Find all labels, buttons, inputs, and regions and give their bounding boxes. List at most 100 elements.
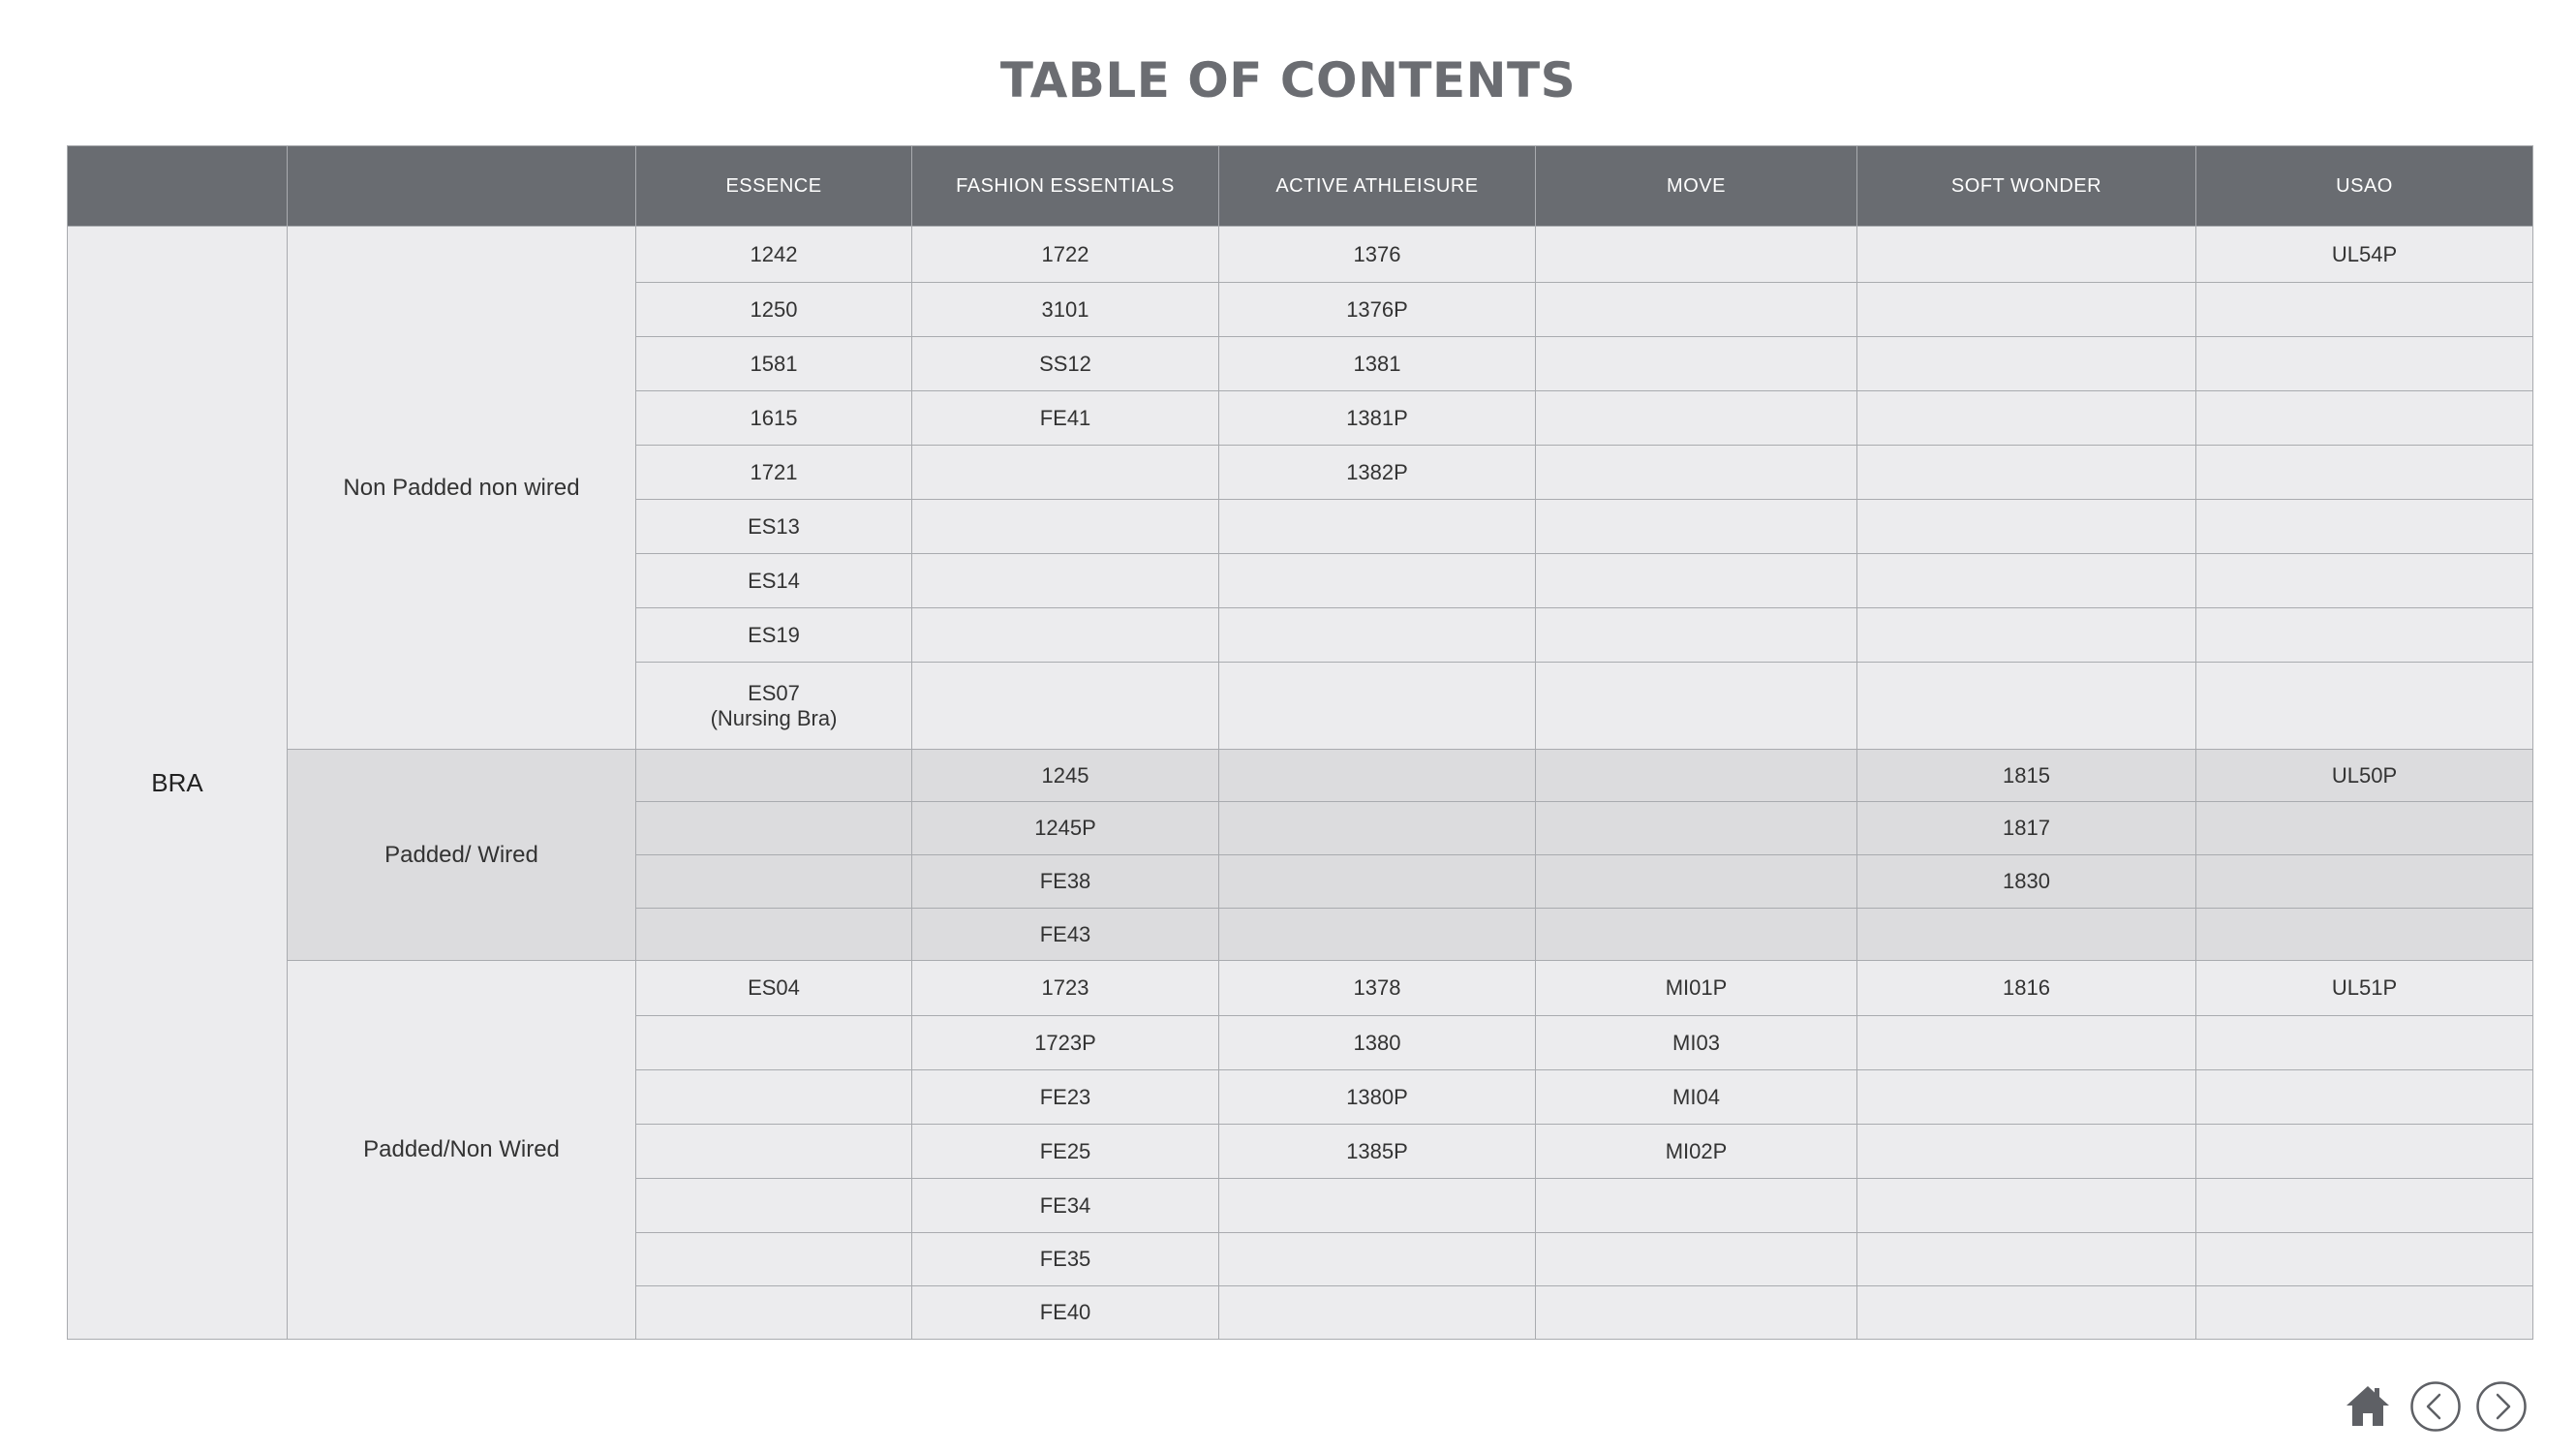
home-icon	[2346, 1386, 2389, 1426]
cell-move	[1535, 854, 1857, 909]
cell-fashion-essentials: 1723P	[911, 1015, 1219, 1070]
cell-usao	[2195, 1069, 2533, 1125]
header-cell-usao: USAO	[2195, 145, 2533, 227]
cell-usao	[2195, 801, 2533, 855]
cell-move	[1535, 1178, 1857, 1233]
home-button[interactable]	[2344, 1381, 2392, 1430]
cell-move	[1535, 282, 1857, 337]
cell-active-athleisure	[1218, 499, 1536, 554]
table-row: Padded/Non Wired ES04 1723 1378 MI01P 1816 UL5…	[68, 960, 2533, 1340]
cell-move	[1535, 1285, 1857, 1340]
cell-soft-wonder	[1856, 336, 2196, 391]
cell-soft-wonder	[1856, 607, 2196, 663]
cell-essence: ES04	[635, 960, 912, 1016]
cell-usao	[2195, 282, 2533, 337]
cell-essence: ES19	[635, 607, 912, 663]
cell-usao	[2195, 336, 2533, 391]
cell-usao	[2195, 854, 2533, 909]
cell-move: MI03	[1535, 1015, 1857, 1070]
header-cell-move: MOVE	[1535, 145, 1857, 227]
cell-fashion-essentials: FE41	[911, 390, 1219, 446]
cell-essence	[635, 1069, 912, 1125]
cell-fashion-essentials	[911, 553, 1219, 608]
cell-active-athleisure: 1382P	[1218, 445, 1536, 500]
cell-fashion-essentials: FE25	[911, 1124, 1219, 1179]
header-cell-active-athleisure: ACTIVE ATHLEISURE	[1218, 145, 1536, 227]
cell-soft-wonder	[1856, 1015, 2196, 1070]
cell-fashion-essentials: FE34	[911, 1178, 1219, 1233]
cell-soft-wonder	[1856, 1124, 2196, 1179]
table-row: Padded/ Wired 1245 1815 UL50P	[68, 749, 2533, 961]
cell-soft-wonder	[1856, 908, 2196, 961]
header-cell-fashion-essentials: FASHION ESSENTIALS	[911, 145, 1219, 227]
cell-usao	[2195, 1178, 2533, 1233]
cell-move	[1535, 749, 1857, 802]
subcategory-cell: Padded/ Wired	[287, 749, 636, 961]
cell-soft-wonder	[1856, 1178, 2196, 1233]
cell-soft-wonder	[1856, 1285, 2196, 1340]
contents-table: ESSENCE FASHION ESSENTIALS ACTIVE ATHLEI…	[67, 145, 2533, 1340]
table-body: BRA Non Padded non wired 1242 1722 1376 UL54P…	[67, 226, 2533, 1340]
cell-essence	[635, 854, 912, 909]
cell-essence	[635, 749, 912, 802]
cell-soft-wonder	[1856, 662, 2196, 750]
cell-active-athleisure	[1218, 749, 1536, 802]
cell-soft-wonder	[1856, 1232, 2196, 1286]
cell-fashion-essentials	[911, 607, 1219, 663]
cell-soft-wonder: 1815	[1856, 749, 2196, 802]
header-cell-essence: ESSENCE	[635, 145, 912, 227]
cell-active-athleisure	[1218, 1232, 1536, 1286]
cell-essence	[635, 1232, 912, 1286]
cell-fashion-essentials: 1723	[911, 960, 1219, 1016]
cell-move	[1535, 226, 1857, 283]
cell-move	[1535, 908, 1857, 961]
cell-usao	[2195, 1015, 2533, 1070]
cell-active-athleisure	[1218, 1285, 1536, 1340]
previous-page-button[interactable]	[2409, 1380, 2462, 1433]
cell-soft-wonder	[1856, 499, 2196, 554]
cell-active-athleisure	[1218, 607, 1536, 663]
cell-essence: 1242	[635, 226, 912, 283]
header-row: ESSENCE FASHION ESSENTIALS ACTIVE ATHLEI…	[67, 145, 2533, 227]
cell-active-athleisure: 1380	[1218, 1015, 1536, 1070]
cell-active-athleisure: 1385P	[1218, 1124, 1536, 1179]
cell-move: MI02P	[1535, 1124, 1857, 1179]
cell-essence: 1581	[635, 336, 912, 391]
cell-move: MI04	[1535, 1069, 1857, 1125]
chevron-right-circle-icon	[2476, 1381, 2527, 1432]
cell-essence	[635, 1015, 912, 1070]
cell-fashion-essentials: 1245P	[911, 801, 1219, 855]
cell-essence: 1615	[635, 390, 912, 446]
cell-usao: UL54P	[2195, 226, 2533, 283]
cell-active-athleisure	[1218, 553, 1536, 608]
cell-move	[1535, 662, 1857, 750]
cell-essence	[635, 1124, 912, 1179]
cell-active-athleisure	[1218, 908, 1536, 961]
cell-usao	[2195, 662, 2533, 750]
cell-move	[1535, 336, 1857, 391]
cell-usao: UL51P	[2195, 960, 2533, 1016]
cell-soft-wonder	[1856, 226, 2196, 283]
cell-essence: ES13	[635, 499, 912, 554]
cell-usao: UL50P	[2195, 749, 2533, 802]
cell-usao	[2195, 390, 2533, 446]
category-cell: BRA	[67, 226, 288, 1340]
cell-move	[1535, 607, 1857, 663]
cell-fashion-essentials: FE43	[911, 908, 1219, 961]
cell-move	[1535, 499, 1857, 554]
cell-soft-wonder: 1817	[1856, 801, 2196, 855]
cell-soft-wonder: 1830	[1856, 854, 2196, 909]
cell-soft-wonder: 1816	[1856, 960, 2196, 1016]
cell-usao	[2195, 1124, 2533, 1179]
cell-move	[1535, 801, 1857, 855]
cell-soft-wonder	[1856, 282, 2196, 337]
table-row: BRA Non Padded non wired 1242 1722 1376 UL54P	[67, 226, 2533, 1340]
cell-fashion-essentials: 1722	[911, 226, 1219, 283]
cell-usao	[2195, 1285, 2533, 1340]
cell-fashion-essentials: 1245	[911, 749, 1219, 802]
cell-active-athleisure: 1376P	[1218, 282, 1536, 337]
cell-active-athleisure: 1380P	[1218, 1069, 1536, 1125]
cell-essence: 1250	[635, 282, 912, 337]
next-page-button[interactable]	[2475, 1380, 2528, 1433]
cell-soft-wonder	[1856, 445, 2196, 500]
